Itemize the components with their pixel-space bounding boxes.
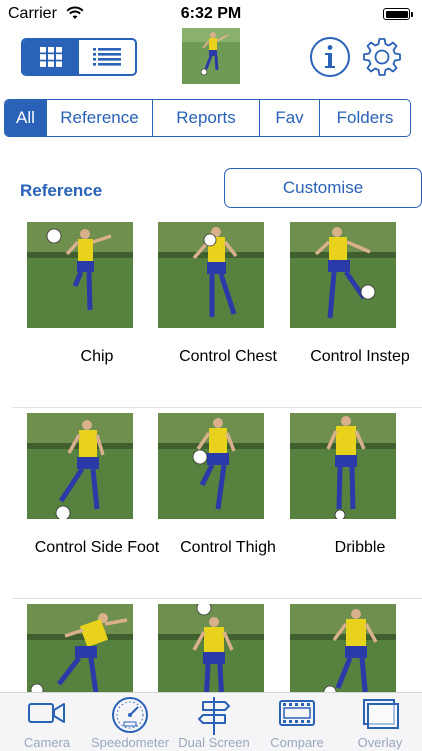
tab-label: Compare: [270, 735, 324, 750]
gear-icon: [363, 38, 401, 76]
tab-reference[interactable]: Reference: [46, 100, 152, 136]
row-divider: [12, 598, 422, 599]
video-thumbnail: [290, 604, 396, 692]
list-icon: [93, 48, 121, 66]
grid-item-label: Control Side Foot: [34, 539, 160, 556]
video-thumbnail: [290, 413, 396, 519]
info-button[interactable]: [309, 36, 351, 83]
info-icon: [310, 37, 350, 77]
overlay-icon: [338, 695, 422, 736]
section-title: Reference: [20, 181, 103, 200]
tab-label: Speedometer: [90, 735, 170, 750]
row-divider: [12, 407, 422, 408]
grid-item-label: Control Chest: [179, 348, 277, 365]
video-thumbnail: [27, 413, 133, 519]
video-thumbnail: [158, 604, 264, 692]
video-thumbnail: [158, 413, 264, 519]
speedometer-icon: [88, 695, 172, 740]
list-view-button[interactable]: [79, 40, 135, 74]
grid-item-label: Control Instep: [310, 348, 410, 365]
tab-speedometer[interactable]: Speedometer: [88, 693, 172, 751]
video-thumbnail: [27, 222, 133, 328]
video-thumbnail: [27, 604, 133, 692]
battery-icon: [383, 8, 410, 20]
clock: 6:32 PM: [180, 5, 242, 22]
bottom-tab-bar: Camera Speedometer Dual Screen Compare O…: [0, 692, 422, 751]
tab-folders[interactable]: Folders: [319, 100, 410, 136]
grid-item-label: Control Thigh: [180, 539, 276, 556]
settings-button[interactable]: [362, 36, 402, 81]
grid-item-label: Chip: [80, 348, 114, 365]
current-video-thumbnail[interactable]: [182, 28, 240, 84]
status-bar: Carrier 6:32 PM: [0, 0, 422, 28]
tab-label: Camera: [23, 735, 71, 750]
tab-all[interactable]: All: [5, 100, 46, 136]
grid-view-button[interactable]: [23, 40, 79, 74]
film-strip-icon: [255, 695, 339, 736]
video-thumbnail: [290, 222, 396, 328]
video-thumbnail: [158, 222, 264, 328]
tab-fav[interactable]: Fav: [259, 100, 319, 136]
signpost-icon: [172, 695, 256, 740]
tab-label: Overlay: [357, 735, 403, 750]
tab-reports[interactable]: Reports: [152, 100, 259, 136]
tab-overlay[interactable]: Overlay: [338, 693, 422, 751]
tab-label: Dual Screen: [178, 735, 250, 750]
customise-button[interactable]: Customise: [224, 168, 422, 208]
filter-tabs: All Reference Reports Fav Folders: [4, 99, 411, 137]
tab-camera[interactable]: Camera: [5, 693, 89, 751]
grid-icon: [40, 47, 62, 67]
tab-compare[interactable]: Compare: [255, 693, 339, 751]
tab-dual-screen[interactable]: Dual Screen: [172, 693, 256, 751]
battery-tip: [411, 12, 413, 17]
view-mode-toggle: [21, 38, 137, 76]
camera-icon: [5, 695, 89, 736]
grid-item-label: Dribble: [334, 539, 386, 556]
reference-grid: Chip Control Chest Control Instep Contro…: [0, 216, 422, 692]
